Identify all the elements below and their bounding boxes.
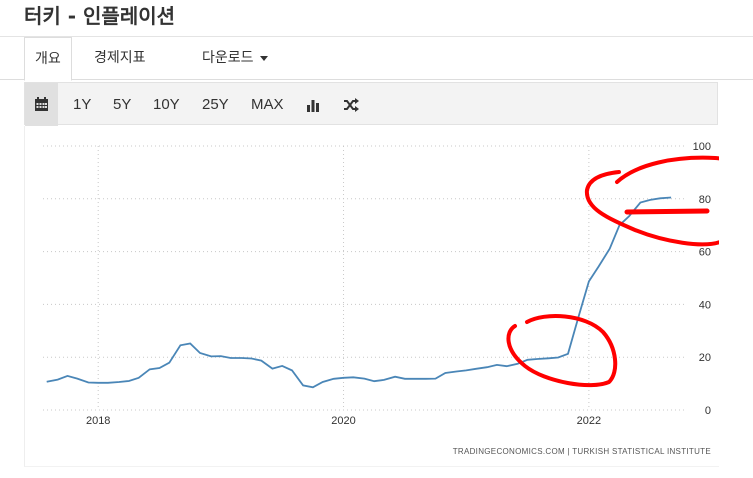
compare-button[interactable] bbox=[341, 83, 361, 126]
range-max-button[interactable]: MAX bbox=[251, 83, 284, 126]
inflation-line-chart: 2018 2020 2022 0 20 40 60 80 100 TRADINGECONOMI… bbox=[43, 141, 753, 456]
y-tick-label: 60 bbox=[699, 247, 711, 259]
tab-download[interactable]: 다운로드 bbox=[202, 37, 268, 79]
bar-chart-icon bbox=[307, 99, 319, 112]
source-label: TRADINGECONOMICS.COM | TURKISH STATISTIC… bbox=[453, 447, 711, 456]
y-tick-label: 0 bbox=[705, 405, 711, 417]
x-tick-label: 2018 bbox=[86, 415, 110, 427]
shuffle-icon bbox=[344, 97, 359, 112]
x-tick-label: 2020 bbox=[331, 415, 355, 427]
tab-overview[interactable]: 개요 bbox=[24, 37, 72, 81]
range-1y-button[interactable]: 1Y bbox=[73, 83, 91, 126]
y-tick-label: 100 bbox=[693, 141, 711, 153]
series-line bbox=[46, 196, 672, 389]
hand-drawn-annotations bbox=[506, 155, 753, 388]
calendar-button[interactable] bbox=[25, 83, 58, 126]
annotation-circle-bottom bbox=[506, 314, 618, 388]
chart-type-button[interactable] bbox=[303, 83, 323, 126]
x-tick-label: 2022 bbox=[577, 415, 601, 427]
chart-area: 2018 2020 2022 0 20 40 60 80 100 TRADINGECONOMI… bbox=[24, 126, 753, 467]
page-title: 터키 - 인플레이션 bbox=[24, 4, 176, 28]
y-tick-label: 40 bbox=[699, 299, 711, 311]
tab-indicators[interactable]: 경제지표 bbox=[94, 37, 146, 79]
range-25y-button[interactable]: 25Y bbox=[202, 83, 229, 126]
y-tick-label: 80 bbox=[699, 194, 711, 206]
y-tick-label: 20 bbox=[699, 352, 711, 364]
tab-bar: 개요 경제지표 다운로드 bbox=[0, 36, 753, 81]
range-5y-button[interactable]: 5Y bbox=[113, 83, 131, 126]
tab-download-label: 다운로드 bbox=[202, 50, 254, 66]
caret-down-icon bbox=[259, 55, 268, 61]
calendar-icon bbox=[35, 97, 48, 111]
annotation-strike bbox=[624, 208, 710, 215]
range-10y-button[interactable]: 10Y bbox=[153, 83, 180, 126]
chart-toolbar: 1Y 5Y 10Y 25Y MAX bbox=[24, 82, 718, 126]
